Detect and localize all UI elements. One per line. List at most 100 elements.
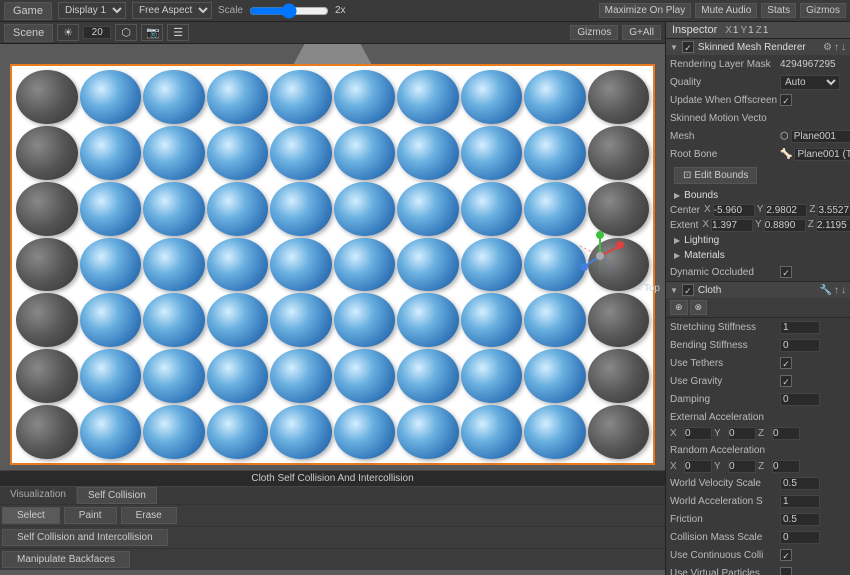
stretching-input[interactable] bbox=[780, 321, 820, 334]
materials-section[interactable]: ▶ Materials bbox=[666, 248, 850, 263]
cloth-sphere bbox=[524, 405, 586, 459]
dynamic-occluded-check[interactable] bbox=[780, 266, 792, 278]
cloth-icon-wrench[interactable]: 🔧 bbox=[820, 285, 832, 296]
cloth-sphere bbox=[270, 405, 332, 459]
self-collision-tab[interactable]: Self Collision bbox=[77, 487, 157, 504]
cloth-sphere bbox=[524, 126, 586, 180]
mesh-input[interactable] bbox=[791, 130, 850, 143]
damping-input[interactable] bbox=[780, 393, 820, 406]
use-tethers-row: Use Tethers bbox=[666, 354, 850, 372]
center-row: Center X Y Z bbox=[666, 203, 850, 218]
skinned-check[interactable] bbox=[682, 41, 694, 53]
cloth-sphere bbox=[143, 349, 205, 403]
friction-input[interactable] bbox=[780, 513, 820, 526]
viewport-top-label: < Top bbox=[635, 283, 660, 294]
rand-y-input[interactable] bbox=[728, 460, 756, 473]
cloth-sphere bbox=[397, 126, 459, 180]
cloth-sphere bbox=[270, 70, 332, 124]
skinned-mesh-title[interactable]: ▼ Skinned Mesh Renderer ⚙ ↑ ↓ bbox=[666, 39, 850, 55]
center-y[interactable] bbox=[765, 204, 807, 217]
scene-icon-btn-1[interactable]: ☀ bbox=[57, 24, 79, 41]
cloth-sphere bbox=[80, 405, 142, 459]
rand-x-input[interactable] bbox=[684, 460, 712, 473]
cloth-sphere bbox=[397, 405, 459, 459]
rendering-layer-value: 4294967295 bbox=[780, 59, 846, 70]
manipulate-btn[interactable]: Manipulate Backfaces bbox=[2, 551, 130, 568]
aspect-select[interactable]: Free Aspect bbox=[132, 2, 212, 19]
gizmos-btn[interactable]: Gizmos bbox=[800, 3, 846, 18]
skinned-icon-1[interactable]: ⚙ bbox=[823, 42, 832, 53]
collision-mass-input[interactable] bbox=[780, 531, 820, 544]
extent-y[interactable] bbox=[764, 219, 806, 232]
game-tab[interactable]: Game bbox=[4, 2, 52, 20]
scene-tab[interactable]: Scene bbox=[4, 24, 53, 42]
cloth-sphere bbox=[270, 238, 332, 292]
world-accel-input[interactable] bbox=[780, 495, 820, 508]
cloth-tool-2[interactable]: ⊗ bbox=[690, 300, 708, 315]
cloth-sphere bbox=[143, 126, 205, 180]
rand-z-input[interactable] bbox=[772, 460, 800, 473]
bending-input[interactable] bbox=[780, 339, 820, 352]
cloth-title[interactable]: ▼ Cloth 🔧 ↑ ↓ bbox=[666, 282, 850, 298]
use-tethers-check[interactable] bbox=[780, 357, 792, 369]
world-accel-label: World Acceleration S bbox=[670, 496, 780, 507]
skinned-icon-3[interactable]: ↓ bbox=[841, 42, 846, 53]
skinned-icon-2[interactable]: ↑ bbox=[834, 42, 839, 53]
use-continuous-check[interactable] bbox=[780, 549, 792, 561]
cloth-check[interactable] bbox=[682, 284, 694, 296]
ext-x-input[interactable] bbox=[684, 427, 712, 440]
extent-z[interactable] bbox=[816, 219, 850, 232]
mute-btn[interactable]: Mute Audio bbox=[695, 3, 757, 18]
scale-slider[interactable] bbox=[249, 3, 329, 19]
mesh-label: Mesh bbox=[670, 131, 780, 142]
stats-btn[interactable]: Stats bbox=[761, 3, 796, 18]
cloth-icon-down[interactable]: ↓ bbox=[841, 285, 846, 296]
intercollision-btn[interactable]: Self Collision and Intercollision bbox=[2, 529, 168, 546]
bounds-section[interactable]: ▶ Bounds bbox=[666, 188, 850, 203]
collision-row-3: Manipulate Backfaces bbox=[0, 548, 665, 570]
cloth-sphere bbox=[80, 238, 142, 292]
use-gravity-check[interactable] bbox=[780, 375, 792, 387]
center-z[interactable] bbox=[817, 204, 850, 217]
scene-icon-btn-4[interactable]: ☰ bbox=[167, 24, 189, 41]
cloth-icon-up[interactable]: ↑ bbox=[834, 285, 839, 296]
scene-num-input[interactable] bbox=[83, 26, 111, 39]
cloth-sphere bbox=[143, 182, 205, 236]
maximize-btn[interactable]: Maximize On Play bbox=[599, 3, 692, 18]
scene-icon-btn-3[interactable]: 📷 bbox=[141, 24, 163, 41]
scene-icon-btn-2[interactable]: ⬡ bbox=[115, 24, 137, 41]
erase-btn[interactable]: Erase bbox=[121, 507, 177, 524]
update-offscreen-check[interactable] bbox=[780, 94, 792, 106]
center-y-lbl: Y bbox=[757, 204, 764, 217]
quality-select[interactable]: Auto bbox=[780, 75, 840, 90]
world-vel-input[interactable] bbox=[780, 477, 820, 490]
select-btn[interactable]: Select bbox=[2, 507, 60, 524]
scene-all-btn[interactable]: G+All bbox=[622, 25, 661, 40]
paint-btn[interactable]: Paint bbox=[64, 507, 117, 524]
extent-x[interactable] bbox=[711, 219, 753, 232]
collision-row-2: Self Collision and Intercollision bbox=[0, 526, 665, 548]
center-x[interactable] bbox=[713, 204, 755, 217]
cloth-sphere bbox=[80, 70, 142, 124]
materials-label: Materials bbox=[684, 250, 725, 261]
ext-y-lbl: Y bbox=[714, 428, 726, 439]
cloth-sphere bbox=[461, 126, 523, 180]
game-topbar: Game Display 1 Free Aspect Scale 2x Maxi… bbox=[0, 0, 850, 22]
friction-label: Friction bbox=[670, 514, 780, 525]
ext-y-input[interactable] bbox=[728, 427, 756, 440]
edit-bounds-btn[interactable]: ⊡ Edit Bounds bbox=[674, 167, 757, 184]
collision-mass-label: Collision Mass Scale bbox=[670, 532, 780, 543]
scene-gizmos-btn[interactable]: Gizmos bbox=[570, 25, 618, 40]
ext-z-input[interactable] bbox=[772, 427, 800, 440]
display-select[interactable]: Display 1 bbox=[58, 2, 126, 19]
skinned-arrow: ▼ bbox=[670, 43, 678, 52]
ext-accel-label: External Acceleration bbox=[670, 412, 780, 423]
cloth-sphere bbox=[524, 293, 586, 347]
lighting-section[interactable]: ▶ Lighting bbox=[666, 233, 850, 248]
friction-row: Friction bbox=[666, 510, 850, 528]
inspector-title: Inspector bbox=[672, 24, 717, 36]
collision-row-1: Select Paint Erase bbox=[0, 504, 665, 526]
use-virtual-check[interactable] bbox=[780, 567, 792, 575]
root-bone-input[interactable] bbox=[794, 148, 850, 161]
cloth-tool-1[interactable]: ⊕ bbox=[670, 300, 688, 315]
